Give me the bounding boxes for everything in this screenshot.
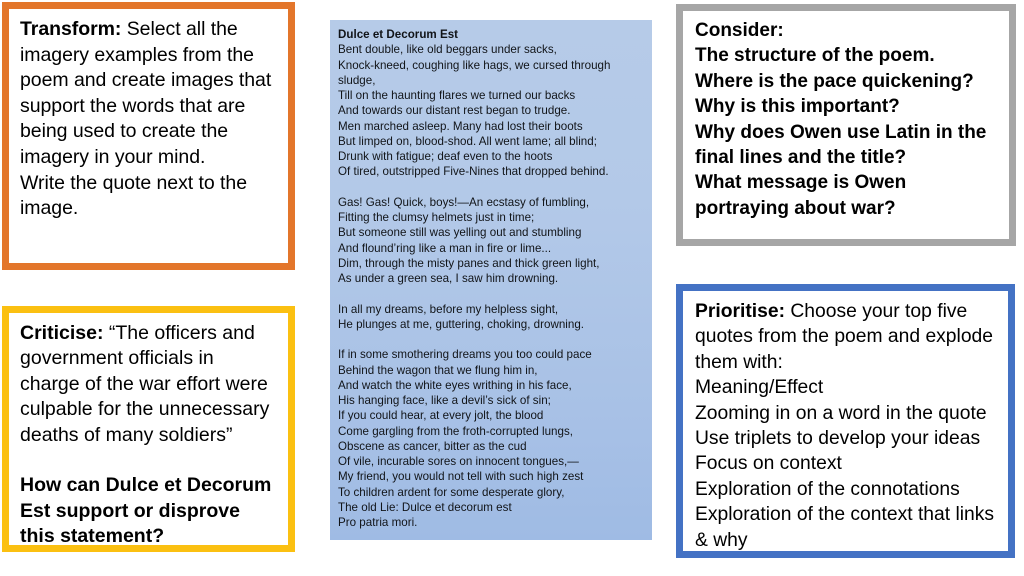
consider-question: The structure of the poem.: [695, 45, 935, 67]
prioritise-intro-paragraph: Prioritise: Choose your top five quotes …: [695, 299, 1000, 375]
prioritise-item: Exploration of the context that links & …: [695, 504, 995, 551]
consider-heading: Consider:: [695, 20, 784, 41]
poem-line: If you could hear, at every jolt, the bl…: [338, 409, 544, 423]
transform-paragraph-2: Write the quote next to the image.: [20, 171, 248, 220]
poem-line: Bent double, like old beggars under sack…: [338, 43, 557, 57]
poem-line: He plunges at me, guttering, choking, dr…: [338, 317, 585, 331]
criticise-question: How can Dulce et Decorum Est support or …: [20, 474, 272, 548]
poem-lines: Bent double, like old beggars under sack…: [338, 42, 646, 530]
prioritise-item: Meaning/Effect: [695, 377, 824, 399]
transform-text: Transform: Select all the imagery exampl…: [20, 17, 278, 222]
poem-line: [338, 332, 646, 347]
poem-line: Knock-kneed, coughing like hags, we curs…: [338, 58, 611, 72]
poem-line: His hanging face, like a devil’s sick of…: [338, 394, 551, 407]
poem-line: Till on the haunting flares we turned ou…: [338, 89, 576, 102]
poem-line: But limped on, blood-shod. All went lame…: [338, 134, 597, 148]
consider-task-box: Consider: The structure of the poem. Wher…: [676, 4, 1016, 246]
criticise-task-box: Criticise: “The officers and government …: [2, 306, 295, 552]
poem-line: Dim, through the misty panes and thick g…: [338, 256, 600, 270]
poem-line: And flound’ring like a man in fire or li…: [338, 241, 552, 255]
poem-line: And towards our distant rest began to tr…: [338, 104, 571, 118]
poem-line: Pro patria mori.: [338, 516, 418, 529]
prioritise-item: Exploration of the connotations: [695, 478, 960, 500]
prioritise-task-box: Prioritise: Choose your top five quotes …: [676, 284, 1015, 558]
consider-question-list: The structure of the poem. Where is the p…: [695, 43, 1001, 221]
prioritise-item: Zooming in on a word in the quote: [695, 402, 987, 424]
consider-question: Why is this important?: [695, 96, 900, 118]
consider-text: Consider: The structure of the poem. Wher…: [695, 18, 1001, 221]
prioritise-text: Prioritise: Choose your top five quotes …: [695, 299, 1000, 553]
poem-line: Of vile, incurable sores on innocent ton…: [338, 455, 579, 468]
poem-line: In all my dreams, before my helpless sig…: [338, 302, 559, 316]
criticise-label: Criticise:: [20, 322, 104, 344]
transform-label: Transform:: [20, 18, 122, 40]
poem-line: Obscene as cancer, bitter as the cud: [338, 439, 527, 453]
poem-line: To children ardent for some desperate gl…: [338, 485, 565, 499]
consider-question: Why does Owen use Latin in the final lin…: [695, 121, 987, 169]
poem-line: Of tired, outstripped Five-Nines that dr…: [338, 165, 609, 179]
criticise-spacer: [20, 448, 278, 473]
prioritise-item-list: Meaning/Effect Zooming in on a word in th…: [695, 375, 1000, 553]
consider-question: Where is the pace quickening?: [695, 70, 974, 92]
criticise-quote-paragraph: Criticise: “The officers and government …: [20, 321, 278, 448]
poem-line: [338, 180, 646, 195]
poem-line: Men marched asleep. Many had lost their …: [338, 119, 583, 133]
poem-line: Behind the wagon that we flung him in,: [338, 363, 538, 377]
poem-line: And watch the white eyes writhing in his…: [338, 378, 572, 392]
poem-line: Come gargling from the froth-corrupted l…: [338, 424, 574, 438]
prioritise-label: Prioritise:: [695, 301, 786, 322]
poem-body: Dulce et Decorum Est Bent double, like o…: [338, 27, 646, 530]
poem-line: sludge,: [338, 73, 376, 87]
prioritise-item: Use triplets to develop your ideas: [695, 428, 981, 450]
poem-line: But someone still was yelling out and st…: [338, 226, 582, 240]
poem-line: Fitting the clumsy helmets just in time;: [338, 211, 535, 224]
poem-title: Dulce et Decorum Est: [338, 28, 459, 41]
consider-question: What message is Owen portraying about wa…: [695, 172, 907, 219]
poem-line: As under a green sea, I saw him drowning…: [338, 272, 559, 285]
poem-line: My friend, you would not tell with such …: [338, 470, 584, 484]
transform-task-box: Transform: Select all the imagery exampl…: [2, 2, 295, 270]
poem-line: Gas! Gas! Quick, boys!—An ecstasy of fum…: [338, 195, 590, 209]
poem-text-box: Dulce et Decorum Est Bent double, like o…: [330, 20, 652, 540]
transform-paragraph: Transform: Select all the imagery exampl…: [20, 17, 278, 171]
poem-line: If in some smothering dreams you too cou…: [338, 348, 592, 362]
poem-line: [338, 286, 646, 301]
poem-line: The old Lie: Dulce et decorum est: [338, 500, 512, 514]
transform-body: Select all the imagery examples from the…: [20, 18, 272, 168]
prioritise-item: Focus on context: [695, 453, 842, 475]
criticise-text: Criticise: “The officers and government …: [20, 321, 278, 550]
poem-line: Drunk with fatigue; deaf even to the hoo…: [338, 150, 553, 163]
